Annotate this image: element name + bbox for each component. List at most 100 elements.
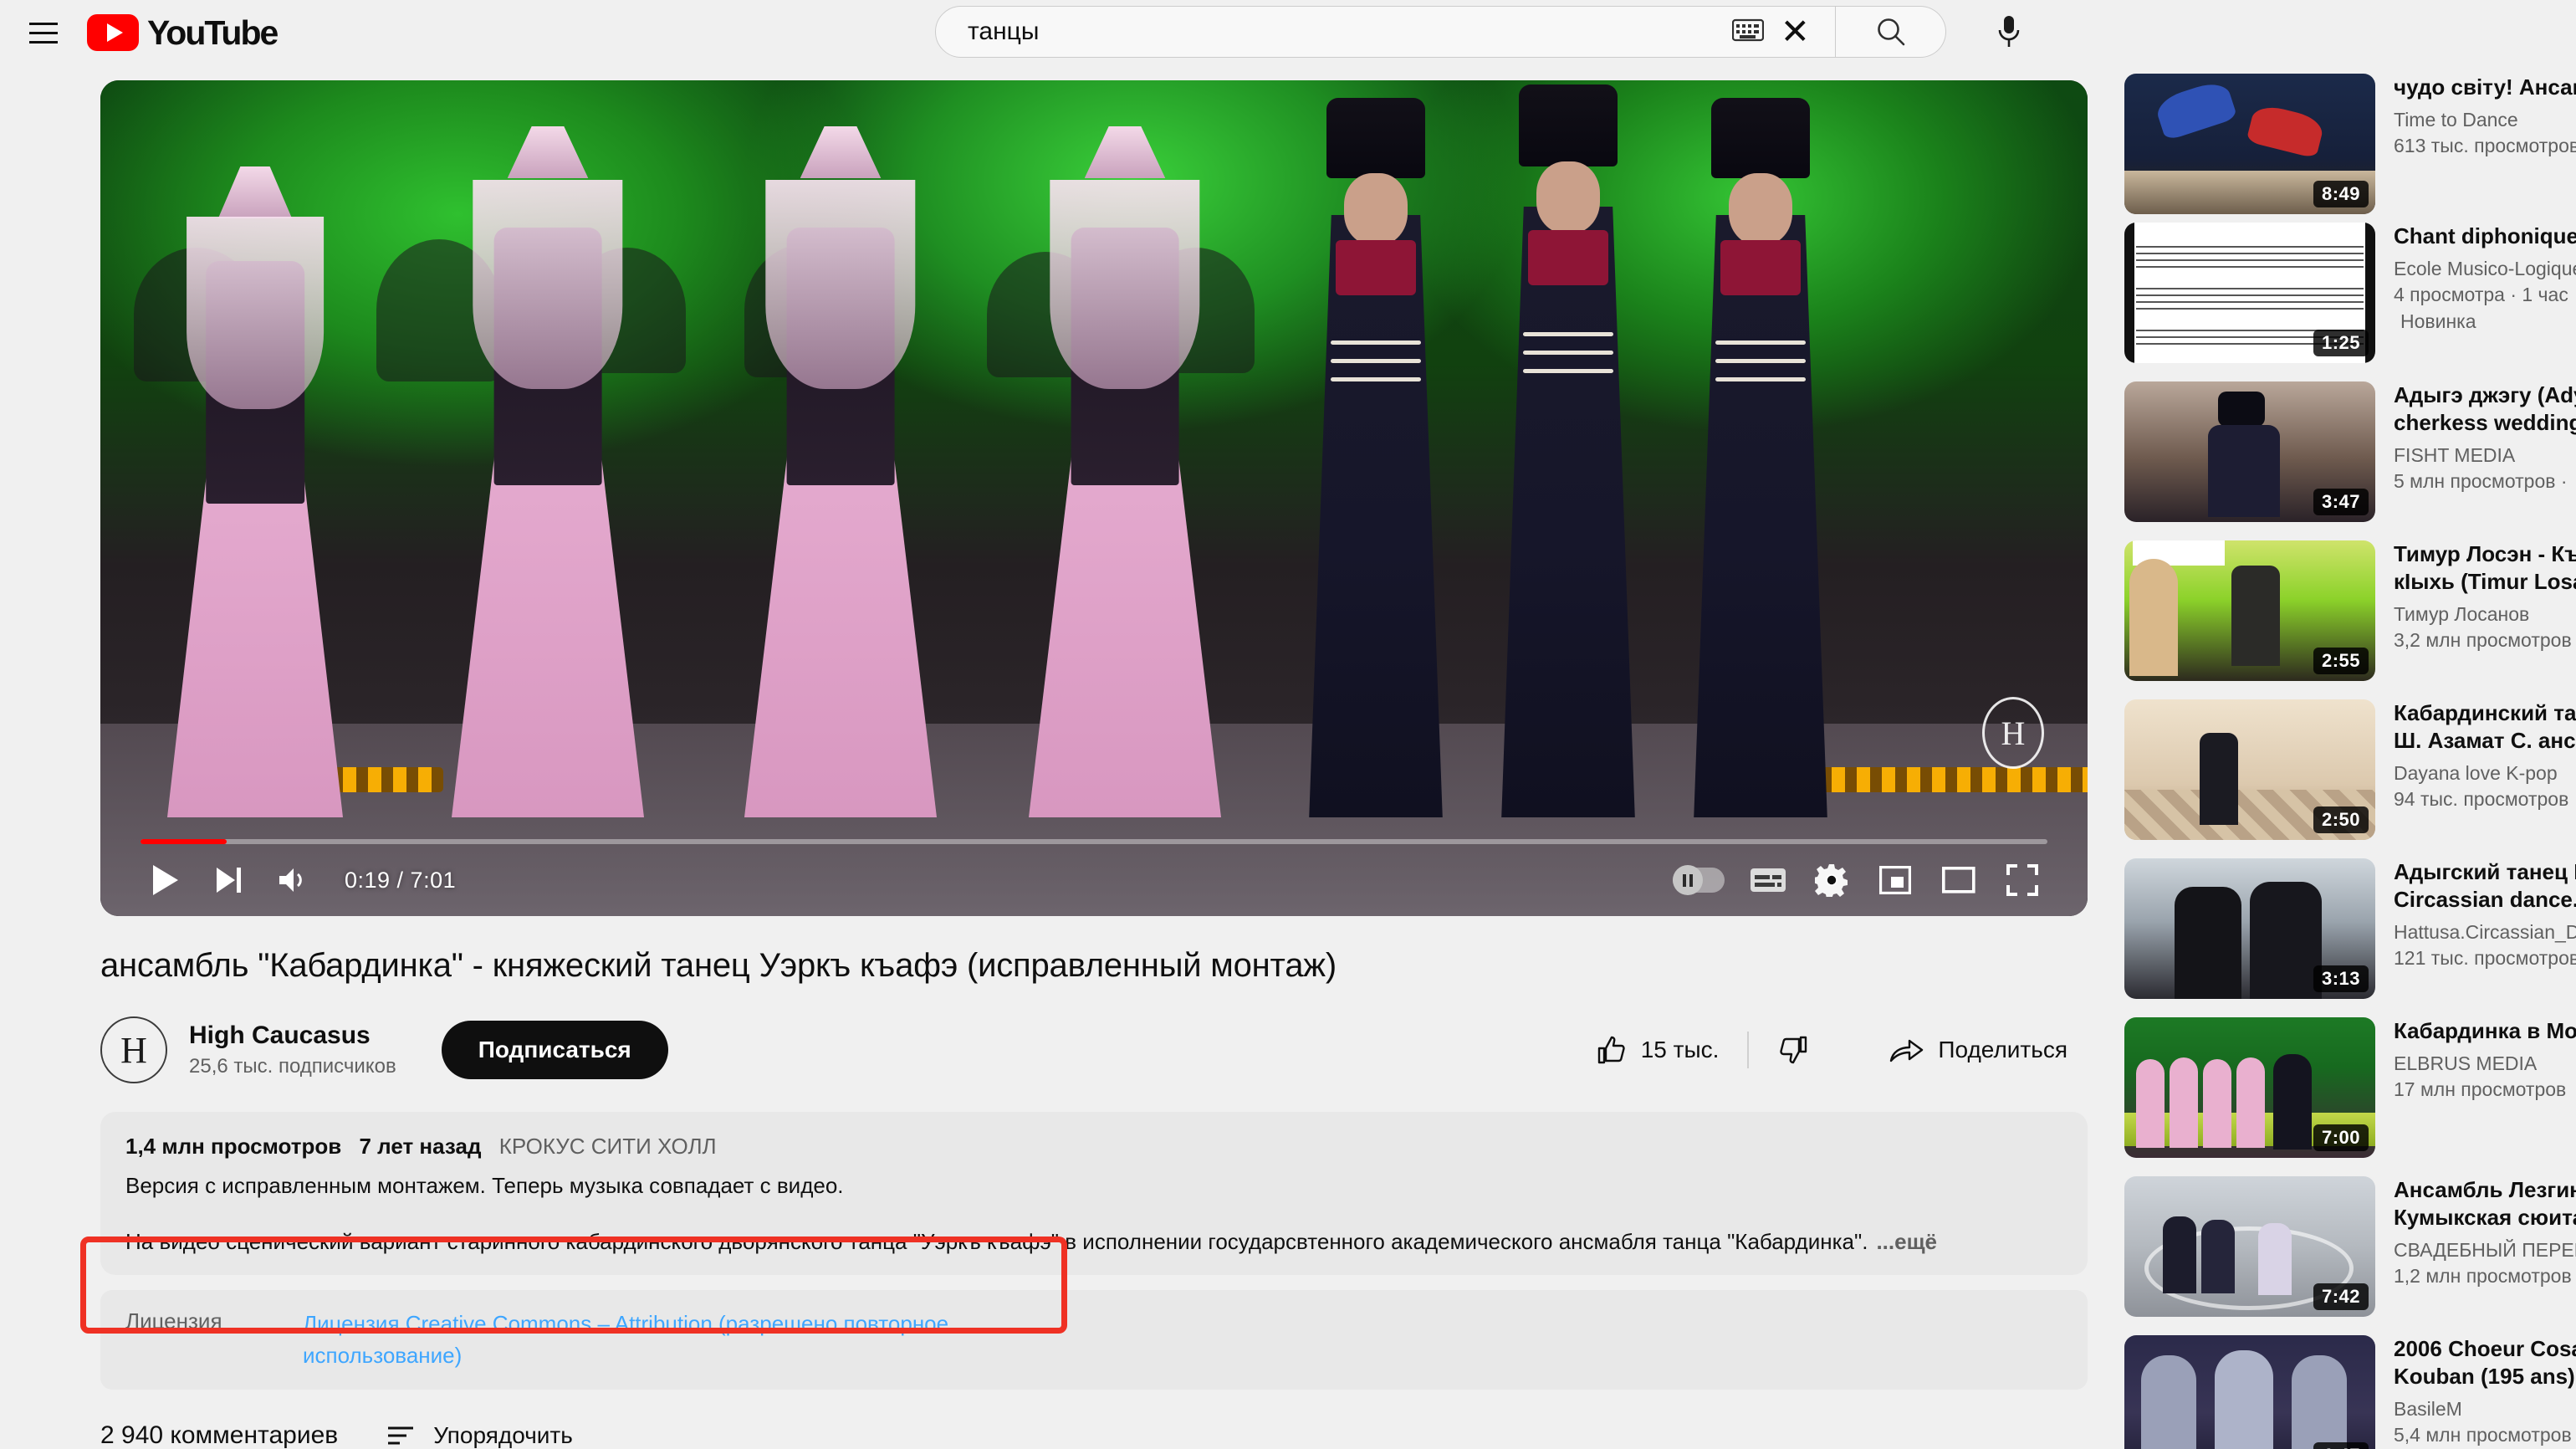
sort-comments-button[interactable]: Упорядочить <box>386 1422 573 1449</box>
description-body: На видео сценический вариант старинного … <box>125 1229 1868 1254</box>
keyboard-icon[interactable] <box>1731 18 1764 46</box>
hamburger-icon[interactable] <box>22 11 65 54</box>
list-item[interactable]: 1:25 Chant diphonique. Ecole Musico-Logi… <box>2124 223 2576 371</box>
list-item[interactable]: 2:50 Кабардинский та Ш. Азамат С. анс. D… <box>2124 699 2576 848</box>
like-dislike-group: 15 тыс. <box>1576 1021 1830 1079</box>
video-title: Ансамбль Лезгин Кумыкская сюита <box>2394 1177 2576 1230</box>
video-meta: Тимур Лосэн - Къ кIыхь (Timur Losa Тимур… <box>2394 540 2576 689</box>
video-title: Кабардинский та Ш. Азамат С. анс. <box>2394 700 2576 753</box>
search-input-value: танцы <box>968 18 1040 45</box>
list-item[interactable]: 3:47 Адыгэ джэгу (Ady cherkess wedding) … <box>2124 381 2576 530</box>
theater-mode-icon[interactable] <box>1927 848 1991 912</box>
avatar[interactable]: H <box>100 1016 167 1083</box>
video-duration: 3:47 <box>2313 489 2369 515</box>
view-count: 1,4 млн просмотров <box>125 1134 342 1159</box>
search-button[interactable] <box>1836 6 1946 58</box>
video-duration: 4:47 <box>2313 1442 2369 1449</box>
video-channel: Тимур Лосанов <box>2394 602 2530 625</box>
video-meta: Ансамбль Лезгин Кумыкская сюита СВАДЕБНЫ… <box>2394 1176 2576 1325</box>
video-thumbnail[interactable]: 3:47 <box>2124 381 2375 522</box>
list-item[interactable]: 4:47 2006 Choeur Cosa Kouban (195 ans) B… <box>2124 1335 2576 1449</box>
comments-header: 2 940 комментариев Упорядочить <box>100 1421 2088 1449</box>
youtube-logo[interactable]: YouTube <box>87 13 279 53</box>
video-thumbnail[interactable]: 1:25 <box>2124 223 2375 363</box>
license-link[interactable]: Лицензия Creative Commons – Attribution … <box>303 1308 972 1371</box>
video-views: 1,2 млн просмотров <box>2394 1265 2572 1288</box>
share-icon <box>1890 1039 1924 1062</box>
new-badge: Новинка <box>2400 310 2476 332</box>
video-duration: 3:13 <box>2313 965 2369 992</box>
video-title: Адыгский танец К Circassian dance. <box>2394 859 2576 912</box>
video-meta: Chant diphonique. Ecole Musico-Logique 4… <box>2394 223 2576 371</box>
play-icon[interactable] <box>134 848 197 912</box>
video-views: 3,2 млн просмотров <box>2394 629 2572 652</box>
video-channel: Hattusa.Circassian_Da <box>2394 920 2576 943</box>
subscriber-count: 25,6 тыс. подписчиков <box>189 1055 396 1078</box>
video-title: Адыгэ джэгу (Ady cherkess wedding) <box>2394 382 2576 435</box>
video-channel: BasileM <box>2394 1397 2462 1420</box>
dancer-figure <box>1296 98 1455 817</box>
subscribe-button[interactable]: Подписаться <box>441 1021 668 1079</box>
channel-watermark: H <box>1982 697 2044 769</box>
video-views: 17 млн просмотров <box>2394 1078 2567 1101</box>
thumbs-down-icon <box>1780 1036 1807 1064</box>
video-thumbnail[interactable]: 7:00 <box>2124 1017 2375 1158</box>
gear-icon[interactable] <box>1800 848 1863 912</box>
publish-date: 7 лет назад <box>359 1134 482 1159</box>
miniplayer-icon[interactable] <box>1863 848 1927 912</box>
description-line-1: Версия с исправленным монтажем. Теперь м… <box>125 1173 844 1198</box>
autoplay-toggle[interactable] <box>1673 863 1736 897</box>
close-icon[interactable]: ✕ <box>1781 14 1810 49</box>
video-thumbnail[interactable]: 8:49 <box>2124 74 2375 214</box>
list-item[interactable]: 7:42 Ансамбль Лезгин Кумыкская сюита СВА… <box>2124 1176 2576 1325</box>
list-item[interactable]: 2:55 Тимур Лосэн - Къ кIыхь (Timur Losa … <box>2124 540 2576 689</box>
video-duration: 7:00 <box>2313 1124 2369 1151</box>
channel-name[interactable]: High Caucasus <box>189 1021 396 1050</box>
dancer-figure <box>1681 98 1840 817</box>
license-label: Лицензия <box>125 1308 222 1334</box>
video-thumbnail[interactable]: 2:55 <box>2124 540 2375 681</box>
fullscreen-icon[interactable] <box>1991 848 2054 912</box>
video-meta: Кабардинка в Мос ELBRUS MEDIA 17 млн про… <box>2394 1017 2576 1166</box>
dancer-figure <box>1489 84 1648 817</box>
like-count: 15 тыс. <box>1640 1037 1720 1062</box>
dancer-figure <box>1029 126 1221 817</box>
video-channel: СВАДЕБНЫЙ ПЕРЕП <box>2394 1238 2576 1261</box>
video-views: 121 тыс. просмотров <box>2394 947 2576 970</box>
list-item[interactable]: 7:00 Кабардинка в Мос ELBRUS MEDIA 17 мл… <box>2124 1017 2576 1166</box>
volume-icon[interactable] <box>261 848 325 912</box>
list-item[interactable]: 8:49 чудо світу! Ансам Time to Dance 613… <box>2124 74 2576 223</box>
related-videos-sidebar[interactable]: 8:49 чудо світу! Ансам Time to Dance 613… <box>2124 0 2576 1449</box>
sort-icon <box>388 1426 414 1445</box>
video-duration: 7:42 <box>2313 1283 2369 1310</box>
owner-row: H High Caucasus 25,6 тыс. подписчиков По… <box>100 1010 2088 1090</box>
dislike-button[interactable] <box>1757 1021 1829 1079</box>
video-thumbnail[interactable]: 3:13 <box>2124 858 2375 999</box>
comment-count: 2 940 комментариев <box>100 1421 339 1449</box>
share-button[interactable]: Поделиться <box>1869 1021 2088 1079</box>
next-track-icon[interactable] <box>197 848 261 912</box>
divider <box>1747 1032 1750 1068</box>
video-title: Chant diphonique. <box>2394 223 2576 248</box>
video-thumbnail[interactable]: 7:42 <box>2124 1176 2375 1317</box>
video-thumbnail[interactable]: 4:47 <box>2124 1335 2375 1449</box>
video-duration: 1:25 <box>2313 330 2369 356</box>
show-more-link[interactable]: ...ещё <box>1876 1229 1937 1254</box>
list-item[interactable]: 3:13 Адыгский танец К Circassian dance. … <box>2124 858 2576 1007</box>
video-thumbnail[interactable]: 2:50 <box>2124 699 2375 840</box>
microphone-icon[interactable] <box>1983 6 2035 58</box>
video-title: 2006 Choeur Cosa Kouban (195 ans) <box>2394 1336 2576 1389</box>
like-button[interactable]: 15 тыс. <box>1576 1021 1740 1079</box>
main-column: H 0:19 / 7:01 ансамбль "Кабардинка" - кн… <box>100 80 2088 1449</box>
video-meta: 2006 Choeur Cosa Kouban (195 ans) Basile… <box>2394 1335 2576 1449</box>
player-controls-right <box>1673 848 2054 912</box>
search-input[interactable]: танцы ✕ <box>935 6 1836 58</box>
video-player[interactable]: H 0:19 / 7:01 <box>100 80 2088 916</box>
venue-name: КРОКУС СИТИ ХОЛЛ <box>498 1134 717 1159</box>
video-description[interactable]: 1,4 млн просмотров 7 лет назад КРОКУС СИ… <box>100 1112 2088 1275</box>
subtitles-icon[interactable] <box>1736 848 1800 912</box>
share-label: Поделиться <box>1938 1037 2067 1062</box>
video-views: 94 тыс. просмотров <box>2394 788 2569 811</box>
video-channel: FISHT MEDIA <box>2394 443 2516 466</box>
video-channel: ELBRUS MEDIA <box>2394 1052 2538 1074</box>
